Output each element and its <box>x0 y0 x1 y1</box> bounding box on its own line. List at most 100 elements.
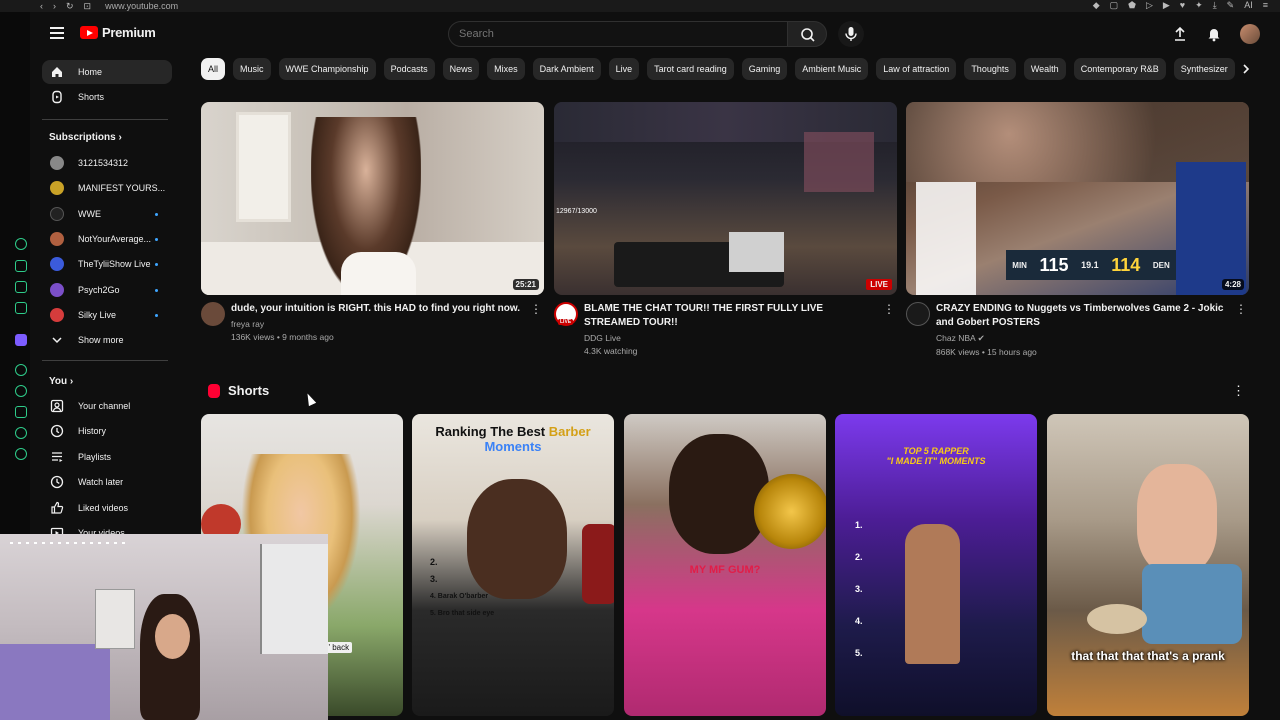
shorts-icon <box>50 90 64 104</box>
chip[interactable]: Contemporary R&B <box>1073 58 1166 80</box>
address-bar[interactable]: www.youtube.com <box>105 1 178 11</box>
sidebar-item-label: NotYourAverage... <box>78 234 152 244</box>
short-caption: that that that that's a prank <box>1071 649 1225 663</box>
chip[interactable]: News <box>442 58 480 80</box>
dock-app-icon[interactable] <box>15 385 27 397</box>
channel-name[interactable]: Chaz NBA ✔ <box>936 333 1231 344</box>
short-card[interactable]: that that that that's a prank <box>1047 414 1249 716</box>
sidebar-item-home[interactable]: Home <box>42 60 172 84</box>
voice-search-button[interactable] <box>838 21 864 47</box>
menu-icon[interactable]: ≡ <box>1263 0 1268 11</box>
sidebar-item-your-channel[interactable]: Your channel <box>42 394 172 418</box>
sidebar-item-liked-videos[interactable]: Liked videos <box>42 496 172 520</box>
channel-name[interactable]: DDG Live <box>584 333 879 343</box>
video-title[interactable]: CRAZY ENDING to Nuggets vs Timberwolves … <box>936 302 1231 330</box>
more-options-icon[interactable]: ⋮ <box>530 302 542 316</box>
more-options-icon[interactable]: ⋮ <box>1232 383 1245 399</box>
channel-avatar[interactable] <box>906 302 930 326</box>
video-thumbnail[interactable]: 25:21 <box>201 102 544 295</box>
dock-app-icon[interactable] <box>15 281 27 293</box>
chip[interactable]: Dark Ambient <box>532 58 601 80</box>
search-input[interactable] <box>449 22 787 46</box>
sidebar-item-watch-later[interactable]: Watch later <box>42 470 172 494</box>
heart-icon[interactable]: ♥ <box>1180 0 1185 11</box>
extension-icon[interactable]: ▢ <box>1110 0 1119 11</box>
new-content-dot <box>155 237 158 241</box>
chips-next-button[interactable] <box>1236 58 1256 80</box>
chip[interactable]: Law of attraction <box>876 58 957 80</box>
video-thumbnail[interactable]: 12967/13000 LIVE <box>554 102 897 295</box>
dock-app-icon[interactable] <box>15 427 27 439</box>
account-avatar[interactable] <box>1240 24 1260 44</box>
extension-icon[interactable]: ▷ <box>1146 0 1153 11</box>
sidebar-sub-item[interactable]: WWE <box>42 202 172 226</box>
sidebar-item-playlists[interactable]: Playlists <box>42 445 172 469</box>
ai-icon[interactable]: AI <box>1244 0 1253 11</box>
channel-avatar[interactable]: LIVE <box>554 302 578 326</box>
search-button[interactable] <box>787 21 827 47</box>
sidebar-sub-item[interactable]: NotYourAverage... <box>42 227 172 251</box>
sidebar-item-history[interactable]: History <box>42 419 172 443</box>
short-caption: Ranking The Best Barber Moments <box>435 424 591 454</box>
show-more-button[interactable]: Show more <box>42 328 172 352</box>
new-content-dot <box>155 288 158 292</box>
youtube-premium-logo[interactable]: Premium <box>80 25 156 40</box>
back-icon[interactable]: ‹ <box>40 1 43 12</box>
menu-icon[interactable] <box>50 27 64 39</box>
reload-icon[interactable]: ↻ <box>66 1 74 12</box>
scoreboard: MIN 115 19.1 114 DEN <box>1006 250 1176 280</box>
dock-app-icon[interactable] <box>15 260 27 272</box>
dock-app-icon[interactable] <box>15 406 27 418</box>
dock-settings-icon[interactable] <box>15 448 27 460</box>
forward-icon[interactable]: › <box>53 1 56 12</box>
more-options-icon[interactable]: ⋮ <box>1235 302 1247 316</box>
dock-app-icon[interactable] <box>15 238 27 250</box>
short-card[interactable]: MY MF GUM? <box>624 414 826 716</box>
dock-app-icon[interactable] <box>15 364 27 376</box>
video-title[interactable]: BLAME THE CHAT TOUR!! THE FIRST FULLY LI… <box>584 302 879 330</box>
extension-icon[interactable]: ◆ <box>1093 0 1100 11</box>
channel-avatar[interactable] <box>201 302 225 326</box>
chip[interactable]: Music <box>233 58 271 80</box>
channel-name[interactable]: freya ray <box>231 319 526 329</box>
video-card[interactable]: 25:21 dude, your intuition is RIGHT. thi… <box>201 102 544 342</box>
sidebar-sub-item[interactable]: 3121534312 <box>42 151 172 175</box>
sidebar-sub-item[interactable]: Silky Live <box>42 303 172 327</box>
chip-all[interactable]: All <box>201 58 226 80</box>
extension-icon[interactable]: ✎ <box>1227 0 1235 11</box>
chip[interactable]: Wealth <box>1023 58 1066 80</box>
you-heading[interactable]: You › <box>49 376 73 387</box>
chip[interactable]: Tarot card reading <box>647 58 734 80</box>
mic-icon <box>845 27 857 41</box>
video-stats: 4.3K watching <box>584 346 638 356</box>
short-card[interactable]: TOP 5 RAPPER "I MADE IT" MOMENTS 1. 2. 3… <box>835 414 1037 716</box>
sidebar-item-shorts[interactable]: Shorts <box>42 85 172 109</box>
video-card[interactable]: MIN 115 19.1 114 DEN 4:28 CRAZY ENDING t… <box>906 102 1249 357</box>
chip[interactable]: Synthesizer <box>1173 58 1235 80</box>
video-card[interactable]: 12967/13000 LIVE LIVE BLAME THE CHAT TOU… <box>554 102 897 356</box>
video-title[interactable]: dude, your intuition is RIGHT. this HAD … <box>231 302 526 316</box>
sidebar-sub-item[interactable]: TheTyliiShow Live <box>42 252 172 276</box>
chip[interactable]: Podcasts <box>383 58 435 80</box>
puzzle-icon[interactable]: ✦ <box>1195 0 1203 11</box>
chip[interactable]: Ambient Music <box>795 58 869 80</box>
extension-icon[interactable]: ▶ <box>1163 0 1170 11</box>
chip[interactable]: Thoughts <box>964 58 1016 80</box>
video-thumbnail[interactable]: MIN 115 19.1 114 DEN 4:28 <box>906 102 1249 295</box>
bell-icon[interactable] <box>1206 26 1222 42</box>
chip[interactable]: Gaming <box>741 58 788 80</box>
download-icon[interactable]: ⤓ <box>1213 0 1217 11</box>
chip[interactable]: WWE Championship <box>278 58 376 80</box>
chip[interactable]: Live <box>608 58 640 80</box>
chip[interactable]: Mixes <box>487 58 525 80</box>
short-caption: TOP 5 RAPPER "I MADE IT" MOMENTS <box>886 446 986 466</box>
extension-icon[interactable]: ⬟ <box>1128 0 1136 11</box>
sidebar-sub-item[interactable]: Psych2Go <box>42 278 172 302</box>
upload-icon[interactable] <box>1172 26 1188 42</box>
sidebar-sub-item[interactable]: MANIFEST YOURS... <box>42 176 172 200</box>
more-options-icon[interactable]: ⋮ <box>883 302 895 316</box>
short-card[interactable]: Ranking The Best Barber Moments 2. 3. 4.… <box>412 414 614 716</box>
dock-app-icon[interactable] <box>15 302 27 314</box>
dock-app-icon[interactable] <box>15 334 27 346</box>
subscriptions-heading[interactable]: Subscriptions › <box>49 132 122 143</box>
